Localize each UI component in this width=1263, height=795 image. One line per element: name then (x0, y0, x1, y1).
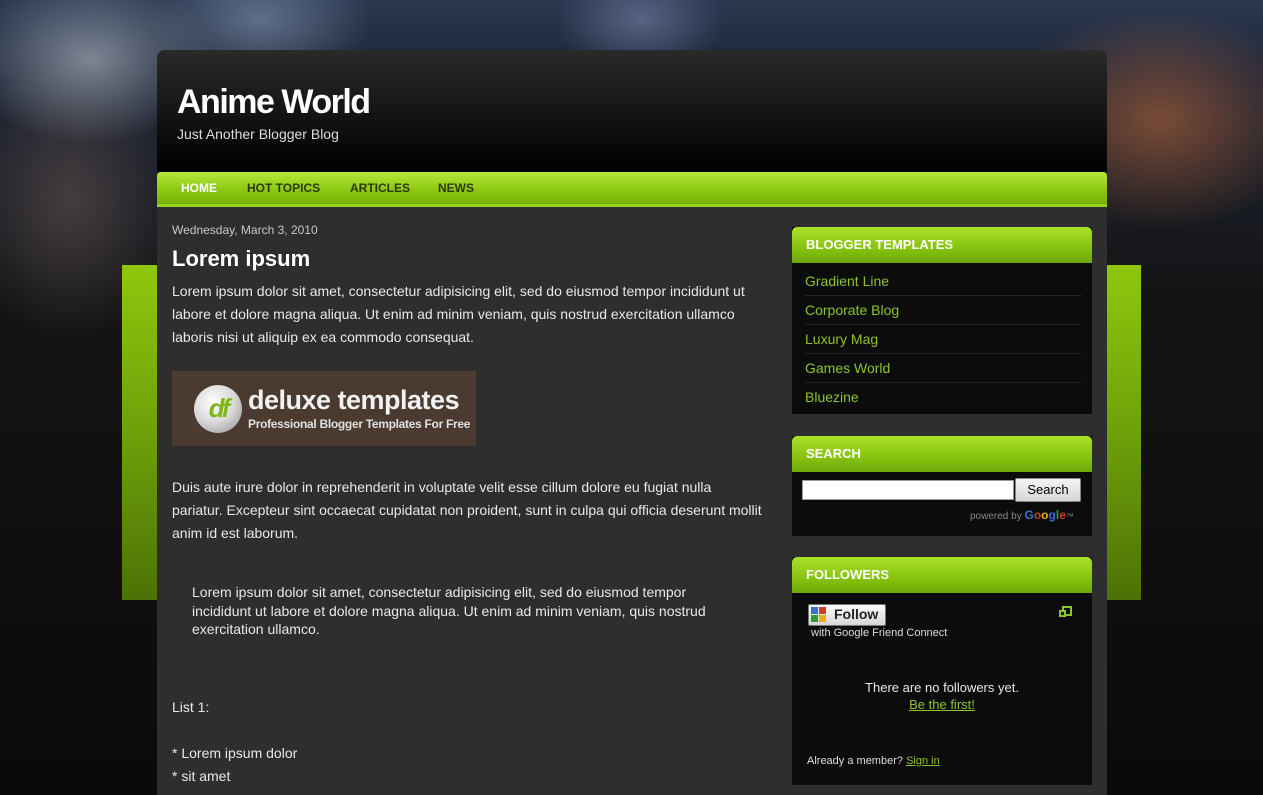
widget-blogger-templates: BLOGGER TEMPLATES Gradient Line Corporat… (792, 227, 1092, 414)
follow-label: Follow (834, 606, 879, 622)
nav-item-news[interactable]: NEWS (438, 181, 474, 195)
already-member: Already a member? Sign in (807, 755, 940, 767)
blog-description: Just Another Blogger Blog (177, 126, 339, 142)
post-title[interactable]: Lorem ipsum (172, 246, 310, 272)
search-button[interactable]: Search (1015, 478, 1081, 502)
df-logo-letters: df (208, 393, 231, 423)
post-paragraph: Lorem ipsum dolor sit amet, consectetur … (172, 283, 745, 345)
gfc-caption: with Google Friend Connect (811, 627, 948, 639)
banner-title: deluxe templates (248, 385, 460, 415)
template-link[interactable]: Games World (805, 354, 1082, 383)
post-date: Wednesday, March 3, 2010 (172, 223, 318, 237)
sign-in-link[interactable]: Sign in (906, 755, 940, 767)
trademark-mark: ™ (1065, 512, 1074, 521)
no-followers-text: There are no followers yet. (865, 680, 1019, 695)
blog-title[interactable]: Anime World (177, 83, 371, 122)
gfc-icon (811, 607, 826, 622)
widget-title: SEARCH (792, 436, 1092, 472)
nav-item-home[interactable]: HOME (181, 181, 217, 195)
powered-by-google[interactable]: powered by Google™ (970, 508, 1074, 522)
page-container: Anime World Just Another Blogger Blog HO… (157, 50, 1107, 795)
template-link-list: Gradient Line Corporate Blog Luxury Mag … (792, 263, 1092, 411)
widget-search: SEARCH Search powered by Google™ (792, 436, 1092, 536)
template-link[interactable]: Gradient Line (805, 267, 1082, 296)
powered-by-text: powered by (970, 511, 1022, 522)
list-item: * sit amet (172, 768, 231, 784)
follow-button[interactable]: Follow (808, 604, 886, 626)
widget-title: BLOGGER TEMPLATES (792, 227, 1092, 263)
blog-header: Anime World Just Another Blogger Blog (157, 50, 1107, 172)
template-link[interactable]: Corporate Blog (805, 296, 1082, 325)
banner-subtitle: Professional Blogger Templates For Free (248, 417, 471, 431)
google-logo: Google (1024, 508, 1066, 522)
deluxe-templates-banner[interactable]: df deluxe templates Professional Blogger… (172, 371, 476, 446)
main-nav: HOME HOT TOPICS ARTICLES NEWS (157, 172, 1107, 207)
expand-icon[interactable] (1059, 606, 1072, 617)
be-first-link[interactable]: Be the first! (792, 697, 1092, 712)
widget-title: FOLLOWERS (792, 557, 1092, 593)
template-link[interactable]: Bluezine (805, 383, 1082, 411)
list-title: List 1: (172, 699, 210, 715)
post-blockquote: Lorem ipsum dolor sit amet, consectetur … (192, 584, 706, 637)
template-link[interactable]: Luxury Mag (805, 325, 1082, 354)
post-paragraph: Duis aute irure dolor in reprehenderit i… (172, 479, 762, 541)
list-item: * Lorem ipsum dolor (172, 745, 298, 761)
nav-item-articles[interactable]: ARTICLES (350, 181, 410, 195)
nav-item-hot-topics[interactable]: HOT TOPICS (247, 181, 320, 195)
widget-followers: FOLLOWERS Follow with Google Friend Conn… (792, 557, 1092, 785)
already-member-text: Already a member? (807, 755, 903, 767)
search-input[interactable] (802, 480, 1014, 500)
